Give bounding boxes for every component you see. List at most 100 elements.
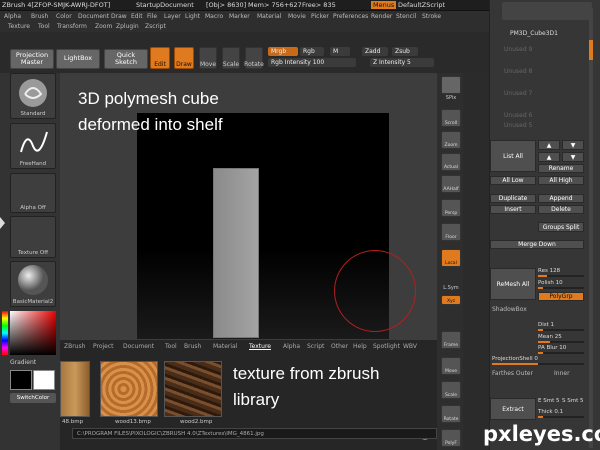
tab-project[interactable]: Project (93, 343, 114, 350)
menu-picker[interactable]: Picker (311, 13, 329, 20)
menu-stencil[interactable]: Stencil (396, 13, 416, 20)
spix-button[interactable] (441, 76, 461, 94)
res-slider[interactable]: Res 128 (538, 268, 584, 277)
farthest-outer-toggle[interactable]: Farthes Outer (492, 370, 533, 377)
menu-render[interactable]: Render (371, 13, 392, 20)
tab-alpha[interactable]: Alpha (283, 343, 300, 350)
rename-button[interactable]: Rename (538, 164, 584, 173)
arrow-down-icon[interactable]: ▼ (562, 140, 584, 150)
texture-path-field[interactable]: C:\PROGRAM FILES\PIXOLOGIC\ZBRUSH 4.0\ZT… (72, 428, 437, 439)
mean-slider[interactable]: Mean 25 (538, 334, 584, 343)
polish-slider[interactable]: Polish 10 (538, 280, 584, 289)
texture-thumb-48[interactable] (60, 361, 90, 417)
hue-strip[interactable] (2, 311, 8, 355)
lsym-label[interactable]: L.Sym (439, 285, 463, 291)
menu-brush[interactable]: Brush (31, 13, 48, 20)
frame-button[interactable]: Frame (441, 331, 461, 349)
extract-button[interactable]: Extract (490, 398, 536, 420)
e-smt-slider[interactable]: E Smt 5 (538, 398, 560, 405)
alpha-slot[interactable]: Alpha Off (10, 173, 56, 213)
tab-brush[interactable]: Brush (184, 343, 201, 350)
tab-document[interactable]: Document (123, 343, 154, 350)
aahalf-button[interactable]: AAHalf (441, 175, 461, 193)
menu-zoom[interactable]: Zoom (95, 23, 112, 30)
collapse-left-arrow-icon[interactable] (0, 217, 5, 229)
arrow-up-icon[interactable]: ▲ (538, 140, 560, 150)
polygrp-toggle[interactable]: PolyGrp (538, 292, 584, 301)
all-high-button[interactable]: All High (538, 176, 584, 185)
tool-unused-item[interactable]: Unused 8 (504, 68, 532, 75)
tab-wbv[interactable]: WBV (403, 343, 417, 350)
menu-preferences[interactable]: Preferences (333, 13, 368, 20)
primary-color-swatch[interactable] (10, 370, 32, 390)
pa-blur-slider[interactable]: PA Blur 10 (538, 345, 584, 354)
menu-texture[interactable]: Texture (8, 23, 30, 30)
color-picker[interactable] (10, 311, 56, 355)
scale-view-button[interactable]: Scale (441, 381, 461, 399)
persp-button[interactable]: Persp (441, 199, 461, 217)
menu-stroke[interactable]: Stroke (422, 13, 441, 20)
groups-split-button[interactable]: Groups Split (538, 222, 584, 232)
brush-slot[interactable]: Standard (10, 73, 56, 119)
tray-scrollbar[interactable] (589, 8, 593, 448)
zsub-toggle[interactable]: Zsub (392, 47, 418, 56)
menu-movie[interactable]: Movie (288, 13, 306, 20)
tab-tool[interactable]: Tool (165, 343, 177, 350)
menu-macro[interactable]: Macro (205, 13, 223, 20)
rotate-view-button[interactable]: Rotate (441, 405, 461, 423)
s-smt-slider[interactable]: S Smt 5 (562, 398, 584, 405)
secondary-color-swatch[interactable] (33, 370, 55, 390)
all-low-button[interactable]: All Low (490, 176, 536, 185)
dist-slider[interactable]: Dist 1 (538, 322, 584, 331)
scale-button[interactable]: Scale (222, 47, 240, 69)
texture-thumb-wood2[interactable] (164, 361, 222, 417)
menu-file[interactable]: File (147, 13, 157, 20)
tab-script[interactable]: Script (307, 343, 324, 350)
rgb-intensity-slider[interactable]: Rgb Intensity 100 (268, 58, 356, 67)
floor-button[interactable]: Floor (441, 223, 461, 241)
tool-thumbnail[interactable] (502, 2, 592, 20)
insert-button[interactable]: Insert (490, 205, 536, 214)
menu-material[interactable]: Material (257, 13, 281, 20)
projection-shell-slider[interactable]: ProjectionShell 0 (492, 356, 584, 365)
tray-scrollbar-thumb[interactable] (589, 40, 593, 60)
polyf-button[interactable]: PolyF (441, 429, 461, 447)
remesh-all-button[interactable]: ReMesh All (490, 268, 536, 300)
tab-texture[interactable]: Texture (249, 343, 271, 350)
tab-help[interactable]: Help (353, 343, 367, 350)
inner-toggle[interactable]: Inner (554, 370, 570, 377)
tool-unused-item[interactable]: Unused 9 (504, 46, 532, 53)
thick-slider[interactable]: Thick 0.1 (538, 409, 584, 418)
menu-alpha[interactable]: Alpha (4, 13, 21, 20)
menu-draw[interactable]: Draw (111, 13, 127, 20)
tool-unused-item[interactable]: Unused 5 (504, 122, 532, 129)
rgb-toggle[interactable]: Rgb (300, 47, 324, 56)
edit-button[interactable]: Edit (150, 47, 170, 69)
duplicate-button[interactable]: Duplicate (490, 194, 536, 203)
list-all-button[interactable]: List All (490, 140, 536, 172)
menu-zscript[interactable]: Zscript (145, 23, 166, 30)
lightbox-button[interactable]: LightBox (56, 49, 100, 69)
delete-button[interactable]: Delete (538, 205, 584, 214)
local-button[interactable]: Local (441, 249, 461, 267)
material-slot[interactable]: BasicMaterial2 (10, 261, 56, 307)
menu-document[interactable]: Document (78, 13, 109, 20)
move-button[interactable]: Move (199, 47, 217, 69)
tab-spotlight[interactable]: Spotlight (373, 343, 400, 350)
arrow-down-alt-icon[interactable]: ▼ (562, 152, 584, 162)
merge-down-button[interactable]: Merge Down (490, 240, 584, 249)
xyz-button[interactable]: Xyz (441, 295, 461, 305)
menu-marker[interactable]: Marker (229, 13, 250, 20)
rotate-button[interactable]: Rotate (244, 47, 264, 69)
actual-button[interactable]: Actual (441, 153, 461, 171)
switch-color-button[interactable]: SwitchColor (10, 393, 56, 403)
arrow-up-alt-icon[interactable]: ▲ (538, 152, 560, 162)
zoom-button[interactable]: Zoom (441, 131, 461, 149)
menu-layer[interactable]: Layer (164, 13, 181, 20)
texture-thumb-wood13[interactable] (100, 361, 158, 417)
append-button[interactable]: Append (538, 194, 584, 203)
m-toggle[interactable]: M (330, 47, 350, 56)
menus-button[interactable]: Menus (371, 1, 397, 9)
quick-sketch-button[interactable]: Quick Sketch (104, 49, 148, 69)
menu-tool[interactable]: Tool (38, 23, 50, 30)
